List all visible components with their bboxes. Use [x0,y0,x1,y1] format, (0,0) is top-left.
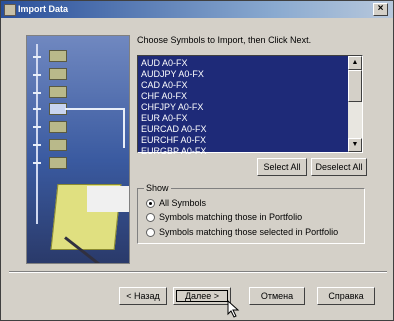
symbol-list-item[interactable]: EURCAD A0-FX [140,124,348,135]
radio-label: All Symbols [159,198,207,208]
symbol-list-item[interactable]: EUR A0-FX [140,113,348,124]
show-group-title: Show [144,183,171,193]
app-icon [4,4,16,16]
symbol-list-item[interactable]: EURGBP A0-FX [140,146,348,157]
symbol-list-item[interactable]: AUD A0-FX [140,58,348,69]
footer-separator [9,271,387,273]
symbol-list-item[interactable]: CHF A0-FX [140,91,348,102]
symbol-list-item[interactable]: CHFJPY A0-FX [140,102,348,113]
list-scrollbar[interactable]: ▲ ▼ [348,56,362,152]
next-button[interactable]: Далее > [173,287,231,305]
title-bar[interactable]: Import Data × [1,1,393,18]
radio-all-symbols[interactable]: All Symbols [146,197,206,209]
window-title: Import Data [18,4,69,14]
symbols-list: AUD A0-FX AUDJPY A0-FX CAD A0-FX CHF A0-FX C… [140,58,348,157]
symbols-listbox[interactable]: AUD A0-FX AUDJPY A0-FX CAD A0-FX CHF A0-FX C… [137,55,363,156]
close-button[interactable]: × [373,3,388,16]
radio-label: Symbols matching those in Portfolio [159,212,303,222]
deselect-all-button[interactable]: Deselect All [311,158,367,176]
symbol-list-item[interactable]: CAD A0-FX [140,80,348,91]
scroll-down-arrow-icon[interactable]: ▼ [348,138,362,152]
scroll-up-arrow-icon[interactable]: ▲ [348,56,362,70]
radio-button[interactable] [146,212,155,222]
symbol-list-item[interactable]: EURCHF A0-FX [140,135,348,146]
wizard-illustration [26,35,130,264]
scroll-thumb[interactable] [348,70,362,102]
radio-button[interactable] [146,198,155,208]
radio-button[interactable] [146,227,155,237]
select-all-button[interactable]: Select All [257,158,307,176]
show-groupbox: Show All Symbols Symbols matching those … [137,183,365,244]
symbol-list-item[interactable]: AUDJPY A0-FX [140,69,348,80]
instruction-text: Choose Symbols to Import, then Click Nex… [137,35,312,45]
cancel-button[interactable]: Отмена [249,287,305,305]
radio-label: Symbols matching those selected in Portf… [159,227,339,237]
radio-selected-portfolio-symbols[interactable]: Symbols matching those selected in Portf… [146,226,338,238]
mouse-pointer-icon [227,300,240,318]
back-button[interactable]: < Назад [119,287,167,305]
import-data-dialog: Import Data × Choose Symbols to Import, … [0,0,394,321]
help-button[interactable]: Справка [317,287,375,305]
radio-portfolio-symbols[interactable]: Symbols matching those in Portfolio [146,211,302,223]
